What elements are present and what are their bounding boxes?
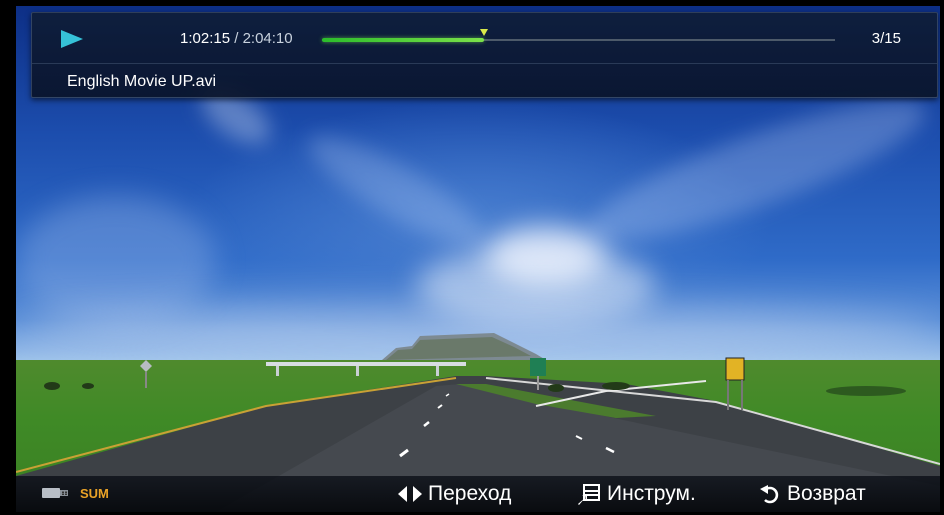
move-hint[interactable]: Переход	[398, 480, 511, 508]
device-label: SUM	[80, 486, 109, 501]
tools-icon	[578, 484, 600, 505]
move-hint-label: Переход	[428, 482, 512, 505]
return-hint-label: Возврат	[787, 482, 866, 505]
playback-time: 1:02:15 / 2:04:10	[180, 30, 293, 47]
usb-icon	[42, 488, 68, 498]
tv-screen: 1:02:15 / 2:04:10 3/15 English Movie UP.…	[0, 0, 944, 515]
play-icon[interactable]	[61, 30, 83, 48]
panel-divider	[32, 63, 937, 64]
tools-hint[interactable]: Инструм.	[577, 480, 696, 508]
file-name: English Movie UP.avi	[67, 73, 217, 90]
tools-hint-label: Инструм.	[607, 482, 696, 505]
file-counter: 3/15	[871, 30, 901, 47]
playback-info-panel: 1:02:15 / 2:04:10 3/15 English Movie UP.…	[31, 12, 938, 98]
progress-fill	[322, 38, 484, 42]
total-time: 2:04:10	[242, 30, 293, 47]
bottom-hint-bar: SUM Переход Инструм. Возврат	[16, 476, 940, 512]
return-hint[interactable]: Возврат	[759, 480, 866, 508]
progress-marker-icon[interactable]	[479, 29, 488, 36]
time-separator: /	[230, 30, 243, 47]
left-right-arrows-icon	[398, 486, 422, 502]
return-icon	[760, 485, 779, 504]
current-time: 1:02:15	[180, 30, 231, 47]
progress-bar[interactable]	[322, 29, 835, 42]
